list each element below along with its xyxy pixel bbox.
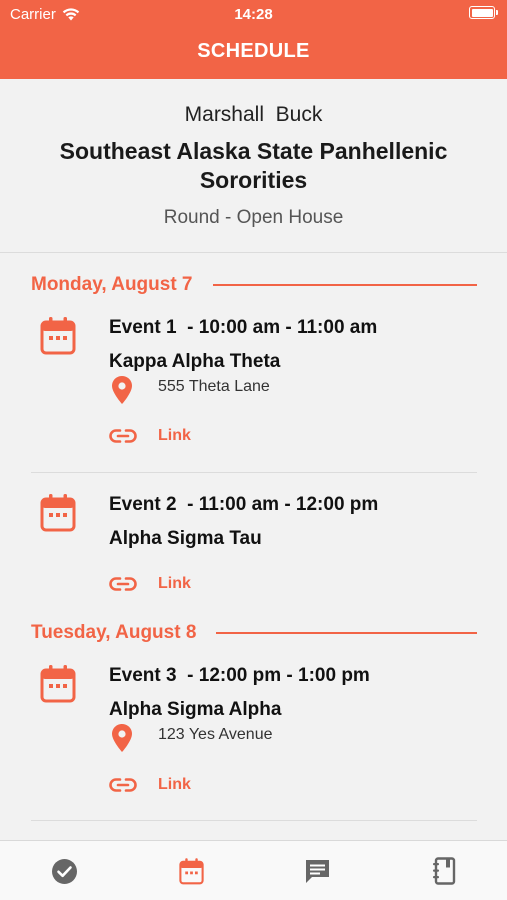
link-icon[interactable] <box>109 576 137 592</box>
organization-name: Southeast Alaska State Panhellenic Soror… <box>59 138 448 193</box>
location-pin-icon <box>112 376 132 404</box>
event-organization: Kappa Alpha Theta <box>109 351 281 372</box>
day-label: Tuesday, August 8 <box>31 622 197 643</box>
checkmark-circle-icon <box>51 858 77 884</box>
event-link[interactable]: Link <box>158 427 191 445</box>
day-label: Monday, August 7 <box>31 274 193 295</box>
calendar-icon <box>40 317 76 355</box>
link-icon[interactable] <box>109 428 137 444</box>
chat-bubble-icon <box>305 860 329 883</box>
event-card[interactable]: Event 2 - 11:00 am - 12:00 pm Alpha Sigm… <box>0 494 507 604</box>
link-icon[interactable] <box>109 777 137 793</box>
event-address: 123 Yes Avenue <box>158 726 273 743</box>
profile-summary: Marshall Buck Southeast Alaska State Pan… <box>0 79 507 253</box>
calendar-icon <box>40 665 76 703</box>
event-title: Event 2 - 11:00 am - 12:00 pm <box>109 494 379 515</box>
event-link[interactable]: Link <box>158 776 191 794</box>
day-header: Monday, August 7 <box>31 273 477 297</box>
battery-icon <box>469 6 498 19</box>
event-card[interactable]: Event 1 - 10:00 am - 11:00 am Kappa Alph… <box>0 317 507 457</box>
tab-bar <box>0 840 507 900</box>
event-divider <box>31 820 477 821</box>
page-title: SCHEDULE <box>197 40 310 62</box>
tab-messages[interactable] <box>303 857 331 885</box>
event-title: Event 3 - 12:00 pm - 1:00 pm <box>109 665 370 686</box>
event-divider <box>31 472 477 473</box>
tab-notebook[interactable] <box>430 857 458 885</box>
event-card[interactable]: Event 3 - 12:00 pm - 1:00 pm Alpha Sigma… <box>0 665 507 805</box>
event-link[interactable]: Link <box>158 575 191 593</box>
event-organization: Alpha Sigma Tau <box>109 528 262 549</box>
navigation-bar: Carrier 14:28 SCHEDULE <box>0 0 507 79</box>
day-header: Tuesday, August 8 <box>31 621 477 645</box>
tab-checklist[interactable] <box>50 857 78 885</box>
event-address: 555 Theta Lane <box>158 378 270 395</box>
location-pin-icon <box>112 724 132 752</box>
member-name: Marshall Buck <box>184 103 323 126</box>
round-label: Round - Open House <box>163 207 344 228</box>
calendar-icon <box>40 494 76 532</box>
day-divider-line <box>212 284 477 286</box>
status-time: 14:28 <box>234 6 273 23</box>
tab-schedule[interactable] <box>177 857 205 885</box>
event-organization: Alpha Sigma Alpha <box>109 699 282 720</box>
day-divider-line <box>216 632 477 634</box>
notebook-icon <box>433 857 456 885</box>
event-title: Event 1 - 10:00 am - 11:00 am <box>109 317 378 338</box>
calendar-icon <box>178 857 204 884</box>
